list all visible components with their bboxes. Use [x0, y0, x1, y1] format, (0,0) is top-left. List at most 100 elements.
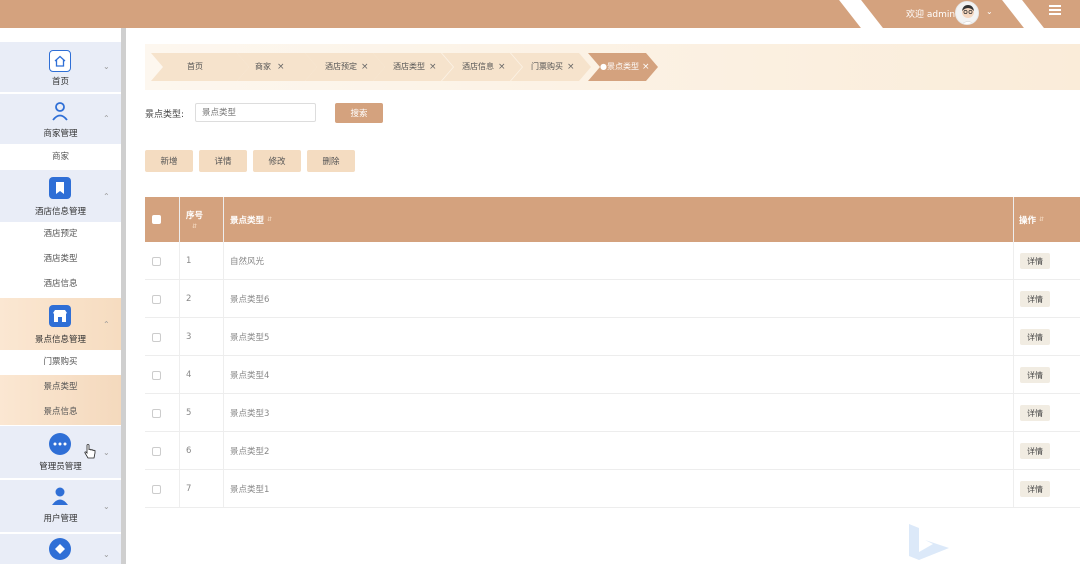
search-input[interactable]	[195, 103, 316, 122]
table-row: 6 景点类型2 详情	[145, 432, 1080, 470]
close-icon[interactable]: ×	[642, 53, 650, 81]
sidebar-item-label: 酒店信息管理	[34, 207, 86, 217]
row-detail-button[interactable]: 详情	[1020, 405, 1050, 421]
table-row: 2 景点类型6 详情	[145, 280, 1080, 318]
chevron-down-icon: ⌄	[103, 448, 110, 457]
sidebar-item-merchant-mgmt[interactable]: 商家管理 ⌃	[0, 94, 121, 144]
sidebar-subitem-hotel-type[interactable]: 酒店类型	[0, 247, 121, 272]
row-checkbox[interactable]	[152, 356, 161, 394]
sidebar-scrollbar[interactable]	[121, 28, 126, 564]
top-bar: 欢迎 admin ⌄	[0, 0, 1080, 28]
delete-button[interactable]: 删除	[307, 150, 355, 172]
sidebar: 首页 ⌄ 商家管理 ⌃ 商家 酒店信息管理 ⌃ 酒店预定 酒店类型 酒店信息 景…	[0, 28, 121, 564]
tab-scenic-type[interactable]: ●景点类型 ×	[588, 53, 658, 81]
chevron-up-icon: ⌃	[103, 320, 110, 329]
row-detail-button[interactable]: 详情	[1020, 291, 1050, 307]
sidebar-item-label: 管理员管理	[39, 462, 82, 472]
edit-button[interactable]: 修改	[253, 150, 301, 172]
cell-index: 4	[186, 370, 192, 380]
detail-button[interactable]: 详情	[199, 150, 247, 172]
avatar[interactable]	[955, 1, 979, 25]
search-button[interactable]: 搜索	[335, 103, 383, 123]
store-icon	[49, 305, 71, 327]
cell-type: 景点类型6	[230, 295, 270, 305]
sidebar-item-label: 商家管理	[43, 129, 78, 139]
tab-ticket[interactable]: 门票购买 ×	[511, 53, 591, 81]
sidebar-subitem-hotel-info[interactable]: 酒店信息	[0, 272, 121, 297]
table-header: 序号 ⇵ 景点类型 ⇵ 操作 ⇵	[145, 197, 1080, 242]
select-all-checkbox[interactable]	[152, 197, 161, 242]
close-icon[interactable]: ×	[361, 53, 369, 81]
menu-icon[interactable]	[1049, 5, 1061, 15]
tab-hotel-type[interactable]: 酒店类型 ×	[373, 53, 453, 81]
chevron-down-icon: ⌄	[103, 550, 110, 559]
header-ops: 操作 ⇵	[1019, 215, 1045, 226]
table-row: 7 景点类型1 详情	[145, 470, 1080, 508]
cell-type: 景点类型4	[230, 371, 270, 381]
cell-type: 自然风光	[230, 257, 265, 267]
header-index[interactable]: 序号 ⇵	[186, 197, 203, 242]
search-label: 景点类型:	[145, 110, 185, 120]
breadcrumb: 首页 商家 × 酒店预定 × 酒店类型 × 酒店信息 × 门票购买 × ●景点类…	[145, 44, 1080, 90]
sidebar-subitem-hotel-booking[interactable]: 酒店预定	[0, 222, 121, 247]
sidebar-item-hotel-mgmt[interactable]: 酒店信息管理 ⌃	[0, 170, 121, 222]
row-detail-button[interactable]: 详情	[1020, 253, 1050, 269]
cell-type: 景点类型5	[230, 333, 270, 343]
row-detail-button[interactable]: 详情	[1020, 329, 1050, 345]
table-row: 1 自然风光 详情	[145, 242, 1080, 280]
add-button[interactable]: 新增	[145, 150, 193, 172]
decor-stripe	[839, 0, 883, 28]
sidebar-item-label: 用户管理	[43, 514, 78, 524]
tab-home[interactable]: 首页	[151, 53, 249, 81]
row-checkbox[interactable]	[152, 280, 161, 318]
person-icon	[49, 100, 71, 122]
sidebar-item-more[interactable]: ⌄	[0, 534, 121, 564]
cell-index: 3	[186, 332, 192, 342]
table-row: 4 景点类型4 详情	[145, 356, 1080, 394]
chevron-down-icon[interactable]: ⌄	[986, 7, 993, 16]
home-icon	[49, 50, 71, 72]
sidebar-item-home[interactable]: 首页 ⌄	[0, 42, 121, 92]
row-checkbox[interactable]	[152, 394, 161, 432]
sidebar-item-label: 首页	[51, 77, 69, 87]
sidebar-item-admin-mgmt[interactable]: 管理员管理 ⌄	[0, 426, 121, 478]
dots-icon	[49, 433, 71, 455]
sidebar-subitem-scenic-info[interactable]: 景点信息	[0, 400, 121, 425]
cell-index: 5	[186, 408, 192, 418]
header-type[interactable]: 景点类型 ⇵	[230, 197, 272, 242]
sidebar-item-scenic-mgmt[interactable]: 景点信息管理 ⌃	[0, 298, 121, 350]
cell-index: 6	[186, 446, 192, 456]
row-checkbox[interactable]	[152, 318, 161, 356]
row-checkbox[interactable]	[152, 242, 161, 280]
decor-stripe	[1002, 0, 1044, 28]
chevron-down-icon: ⌄	[103, 62, 110, 71]
cell-index: 1	[186, 256, 192, 266]
row-detail-button[interactable]: 详情	[1020, 443, 1050, 459]
row-detail-button[interactable]: 详情	[1020, 367, 1050, 383]
hand-cursor-icon	[84, 444, 96, 459]
tab-hotel-info[interactable]: 酒店信息 ×	[442, 53, 522, 81]
sidebar-subitem-ticket[interactable]: 门票购买	[0, 350, 121, 375]
table-row: 5 景点类型3 详情	[145, 394, 1080, 432]
watermark-logo	[909, 524, 949, 560]
table-row: 3 景点类型5 详情	[145, 318, 1080, 356]
cell-type: 景点类型2	[230, 447, 270, 457]
cell-index: 7	[186, 484, 192, 494]
row-checkbox[interactable]	[152, 470, 161, 508]
sidebar-subitem-merchant[interactable]: 商家	[0, 145, 121, 170]
close-icon[interactable]: ×	[498, 53, 506, 81]
welcome-text: 欢迎 admin	[906, 10, 956, 20]
chevron-up-icon: ⌃	[103, 192, 110, 201]
sidebar-item-user-mgmt[interactable]: 用户管理 ⌄	[0, 480, 121, 532]
sidebar-item-label: 景点信息管理	[34, 335, 86, 345]
close-icon[interactable]: ×	[277, 53, 285, 81]
diamond-icon	[49, 538, 71, 560]
row-detail-button[interactable]: 详情	[1020, 481, 1050, 497]
cell-type: 景点类型3	[230, 409, 270, 419]
chevron-up-icon: ⌃	[103, 114, 110, 123]
close-icon[interactable]: ×	[429, 53, 437, 81]
close-icon[interactable]: ×	[567, 53, 575, 81]
sidebar-subitem-scenic-type[interactable]: 景点类型	[0, 375, 121, 400]
cell-type: 景点类型1	[230, 485, 270, 495]
row-checkbox[interactable]	[152, 432, 161, 470]
